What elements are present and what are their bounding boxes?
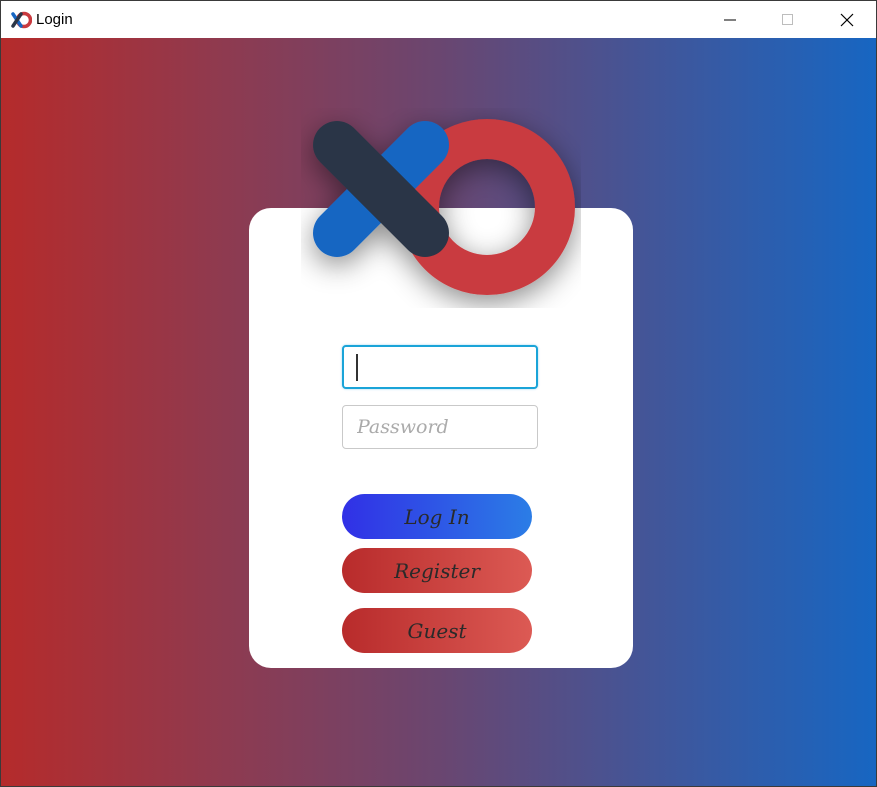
password-input[interactable] [342,405,538,449]
maximize-button[interactable] [759,1,817,38]
xo-logo-icon [11,11,32,29]
minimize-button[interactable] [701,1,759,38]
close-button[interactable] [818,1,876,38]
minimize-icon [724,19,736,20]
maximize-icon [782,13,793,25]
login-window: Login Log In Register Guest [0,0,877,787]
text-caret [356,354,358,381]
register-button[interactable]: Register [342,548,532,593]
login-background: Log In Register Guest [1,38,876,786]
guest-button[interactable]: Guest [342,608,532,653]
window-title: Login [36,11,73,28]
close-icon [840,13,854,26]
xo-logo [313,119,575,295]
login-button[interactable]: Log In [342,494,532,539]
username-input[interactable] [342,345,538,389]
title-bar[interactable]: Login [1,1,876,38]
